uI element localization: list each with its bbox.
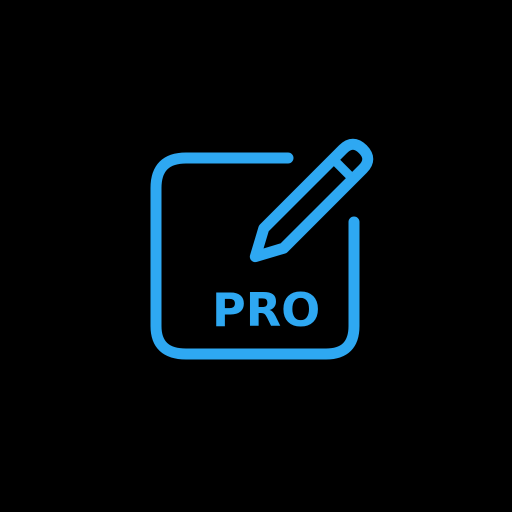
icon-canvas: PRO: [0, 0, 512, 512]
pro-badge-text: PRO: [212, 283, 321, 337]
edit-pencil-icon: [150, 138, 374, 360]
